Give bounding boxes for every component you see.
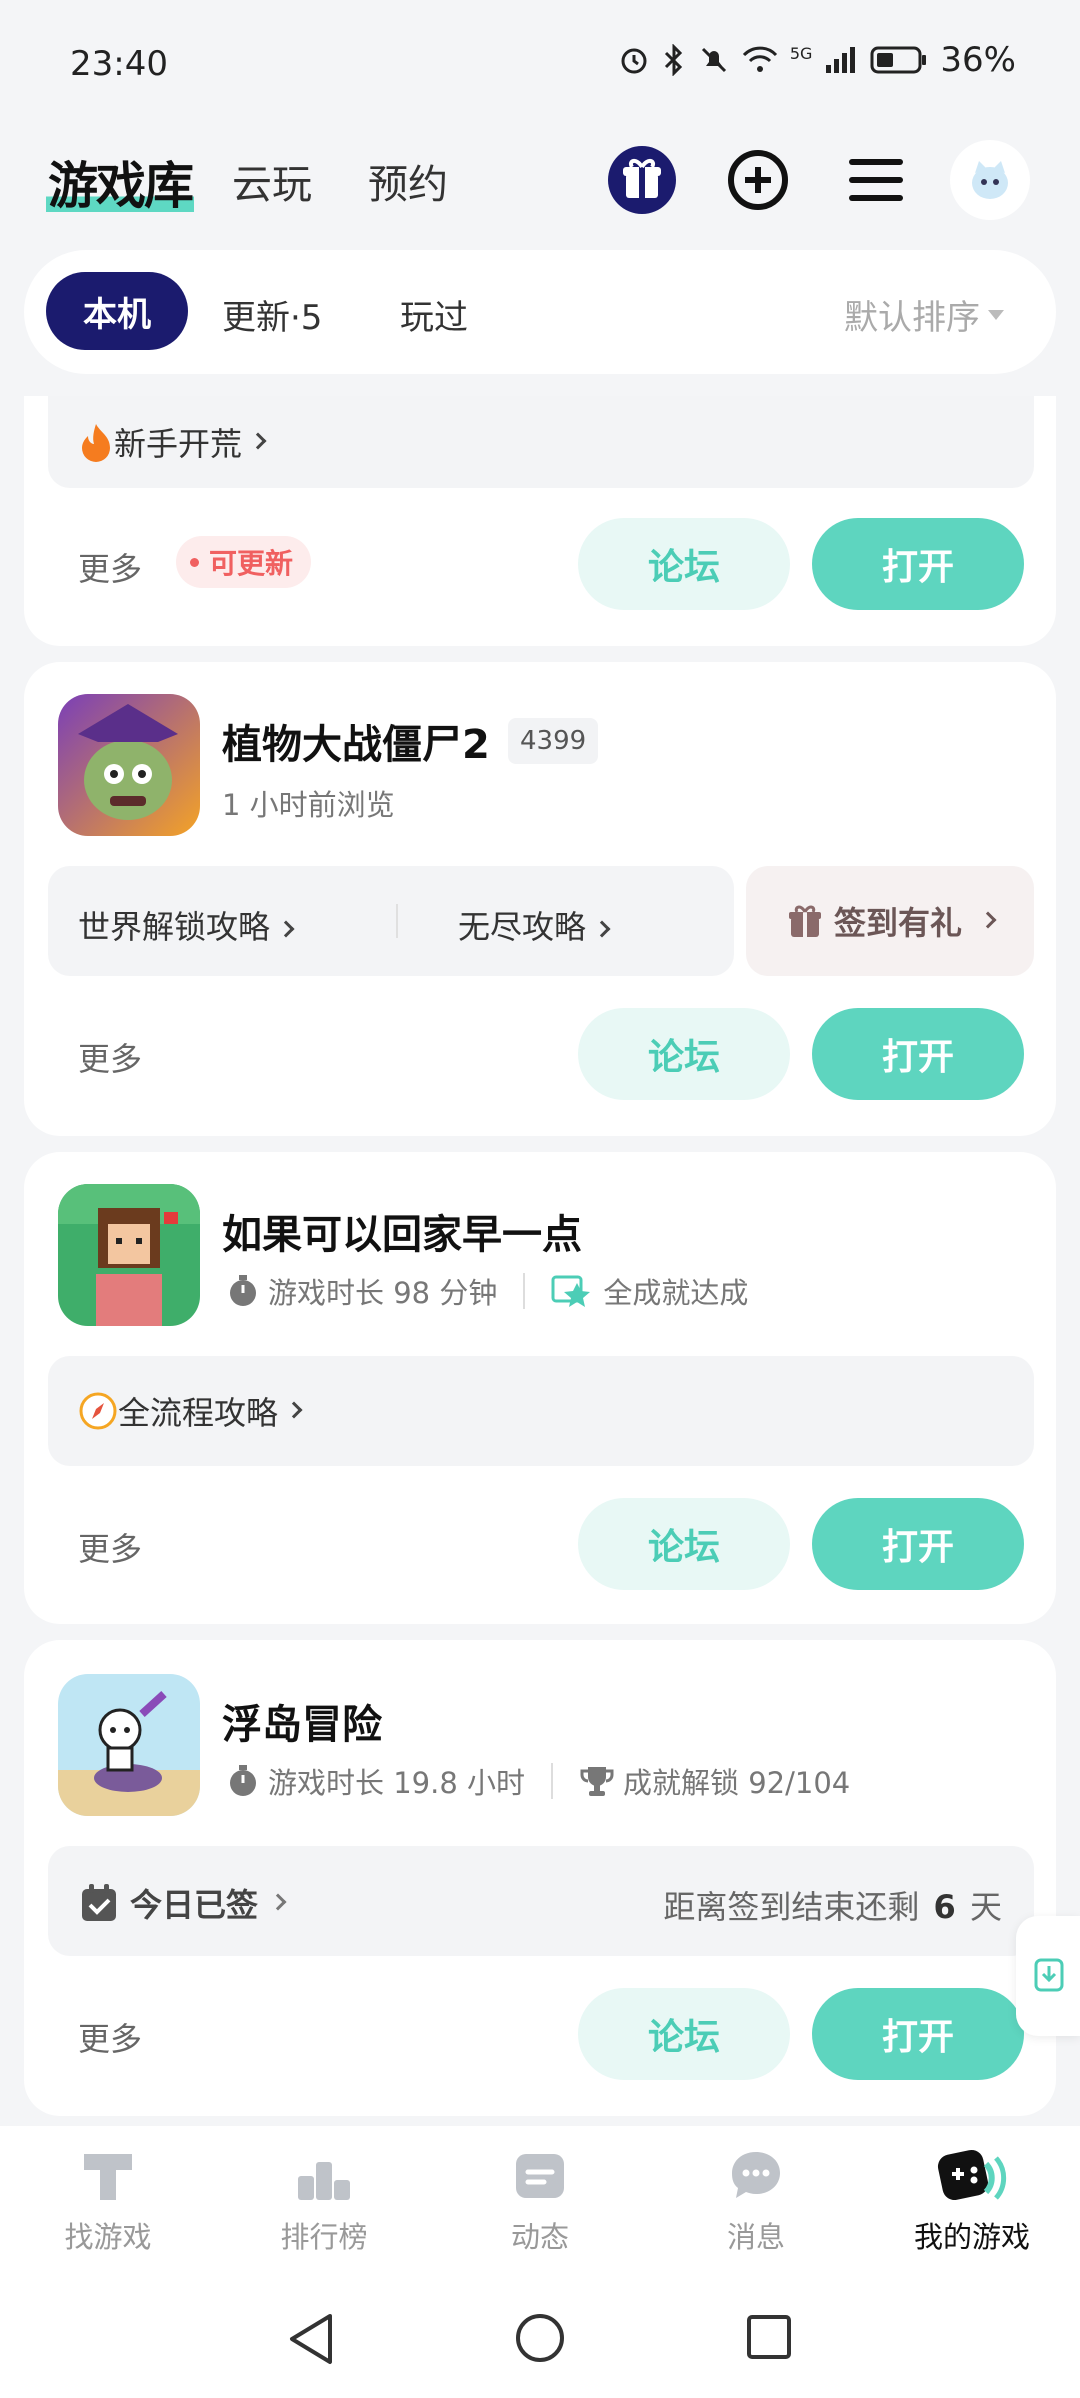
more-link[interactable]: 更多 [78,544,142,590]
avatar-cat-icon [972,161,1008,199]
home-icon[interactable] [514,2312,566,2368]
last-viewed: 1 小时前浏览 [222,788,395,822]
message-icon [732,2152,780,2198]
remaining-days: 6 [933,1888,956,1926]
gift-icon [788,905,821,937]
fire-icon [82,424,110,462]
wifi-icon [742,46,777,72]
my-games-controller-icon [937,2149,1007,2201]
open-button[interactable]: 打开 [812,1988,1024,2080]
nav-label: 动态 [510,2220,569,2254]
more-link[interactable]: 更多 [78,1524,142,1570]
game-name[interactable]: 植物大战僵尸2 [222,712,490,770]
mute-bell-icon [701,47,726,73]
publisher-tag: 4399 [508,718,599,764]
checkin-remaining: 距离签到结束还剩 6 天 [663,1882,1002,1928]
open-button[interactable]: 打开 [812,1008,1024,1100]
more-link[interactable]: 更多 [78,1034,142,1080]
download-icon [1034,1958,1064,1992]
play-time: 游戏时长 98 分钟 [268,1276,498,1310]
achievement-status: 全成就达成 [603,1276,749,1310]
forum-button[interactable]: 论坛 [578,1008,790,1100]
guide-link[interactable]: 无尽攻略 [458,902,611,948]
nav-item-find-games[interactable]: 找游戏 [38,2146,178,2256]
guide-link[interactable]: 新手开荒 [48,396,1034,488]
recents-icon[interactable] [746,2314,792,2364]
checked-in-link[interactable]: 今日已签 [80,1880,287,1926]
guide-link[interactable]: 全流程攻略 [48,1356,1034,1466]
nav-label: 排行榜 [280,2220,368,2254]
forum-button[interactable]: 论坛 [578,1988,790,2080]
battery-icon [870,46,927,74]
nav-item-my-games[interactable]: 我的游戏 [902,2146,1042,2256]
tab-reserve[interactable]: 预约 [368,152,448,210]
calendar-check-icon [82,1884,116,1921]
play-stats: 游戏时长 19.8 小时 成就解锁 92/104 [226,1760,850,1802]
nav-item-feed[interactable]: 动态 [470,2146,610,2256]
stopwatch-icon [230,1275,256,1306]
remaining-suffix: 天 [969,1888,1002,1926]
gift-icon[interactable] [604,142,680,218]
achievement-status: 成就解锁 92/104 [623,1766,851,1800]
stopwatch-icon [230,1765,256,1796]
floating-download-tab[interactable] [1016,1916,1080,2036]
dot-icon [190,557,199,567]
status-icons: 5G 36% [618,40,1016,80]
add-icon[interactable] [720,142,796,218]
bluetooth-icon [664,44,682,76]
game-icon-floating-island[interactable] [58,1674,200,1816]
signal-icon [826,47,856,73]
status-time: 23:40 [70,44,168,84]
avatar[interactable] [950,140,1030,220]
play-stats: 游戏时长 98 分钟 全成就达成 [226,1270,748,1312]
checked-in-label: 今日已签 [130,1886,259,1924]
play-time: 游戏时长 19.8 小时 [268,1766,526,1800]
more-link[interactable]: 更多 [78,2014,142,2060]
game-icon-pvz[interactable] [58,694,200,836]
checkin-label: 签到有礼 [833,904,962,942]
page-title[interactable]: 游戏库 [46,146,194,218]
caret-down-icon [988,309,1004,320]
filter-tab-updates[interactable]: 更新·5 [222,290,322,339]
open-button[interactable]: 打开 [812,518,1024,610]
nav-label: 我的游戏 [913,2220,1030,2254]
guide-label: 无尽攻略 [458,908,587,946]
game-icon-home-early[interactable] [58,1184,200,1326]
guide-label: 世界解锁攻略 [78,908,271,946]
forum-button[interactable]: 论坛 [578,1498,790,1590]
guide-link[interactable]: 世界解锁攻略 [78,902,295,948]
trophy-icon [580,1767,614,1796]
network-label: 5G [789,43,813,63]
update-badge-label: 可更新 [209,547,294,580]
tab-cloud-play[interactable]: 云玩 [232,152,312,210]
divider [396,904,398,938]
battery-percent: 36% [940,40,1016,80]
update-badge: 可更新 [176,536,312,588]
remaining-prefix: 距离签到结束还剩 [663,1888,920,1926]
nav-item-ranking[interactable]: 排行榜 [254,2146,394,2256]
guide-label: 全流程攻略 [118,1394,279,1432]
achievement-icon [551,1275,591,1307]
game-name[interactable]: 浮岛冒险 [222,1692,382,1750]
sort-dropdown[interactable]: 默认排序 [844,290,1004,339]
filter-tab-played[interactable]: 玩过 [400,290,468,339]
alarm-icon [621,48,647,74]
ranking-icon [298,2150,350,2200]
checkin-gift-button[interactable]: 签到有礼 [746,866,1034,976]
compass-icon [79,1392,117,1430]
game-name[interactable]: 如果可以回家早一点 [222,1202,582,1260]
guide-label: 新手开荒 [114,425,243,463]
menu-icon[interactable] [838,142,914,218]
back-icon[interactable] [286,2312,336,2370]
filter-tab-local[interactable]: 本机 [46,272,188,350]
nav-label: 找游戏 [64,2220,152,2254]
feed-icon [516,2154,564,2198]
nav-label: 消息 [726,2220,785,2254]
open-button[interactable]: 打开 [812,1498,1024,1590]
sort-label: 默认排序 [844,298,980,338]
nav-item-messages[interactable]: 消息 [686,2146,826,2256]
find-games-icon [84,2154,132,2200]
forum-button[interactable]: 论坛 [578,518,790,610]
